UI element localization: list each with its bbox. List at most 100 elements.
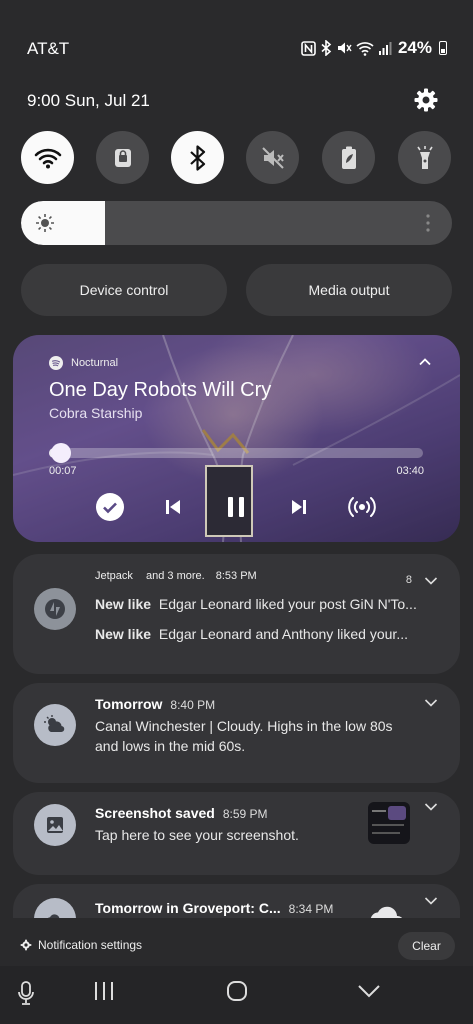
settings-button[interactable] (413, 87, 439, 113)
lock-toggle[interactable] (96, 131, 149, 184)
recent-apps-icon[interactable] (92, 980, 116, 1002)
chevron-down-icon[interactable] (357, 984, 381, 998)
skip-previous-icon (166, 500, 180, 514)
mute-toggle[interactable] (246, 131, 299, 184)
screenshot-text: Tap here to see your screenshot. (95, 827, 299, 843)
mute-icon (337, 42, 352, 54)
lock-icon (114, 148, 131, 167)
pause-icon (228, 497, 244, 517)
brightness-level (21, 201, 106, 245)
date-time: 9:00 Sun, Jul 21 (27, 91, 150, 110)
screenshot-title: Screenshot saved (95, 805, 215, 821)
notification-screenshot[interactable]: Screenshot saved 8:59 PM Tap here to see … (13, 792, 460, 875)
sun-icon (36, 214, 54, 232)
notification-footer: Notification settings Clear (0, 926, 473, 966)
check-circle-icon (96, 493, 124, 521)
power-saving-icon (341, 146, 356, 169)
brightness-slider[interactable] (21, 201, 452, 245)
jetpack-header: Jetpack and 3 more. 8:53 PM (95, 570, 257, 582)
wifi-icon (34, 148, 61, 168)
jetpack-line-2-title: New like (95, 626, 152, 642)
battery-icon (439, 41, 447, 55)
tomorrow-body: Canal Winchester | Cloudy. Highs in the … (95, 716, 393, 756)
like-button[interactable] (95, 492, 125, 522)
screenshot-thumbnail[interactable] (368, 802, 410, 844)
nfc-icon (301, 40, 316, 56)
previous-button[interactable] (158, 492, 188, 522)
chevron-down-icon[interactable] (424, 896, 438, 906)
chevron-down-icon[interactable] (424, 576, 438, 586)
bluetooth-icon (189, 144, 205, 171)
next-button[interactable] (284, 492, 314, 522)
notification-settings-label: Notification settings (38, 938, 143, 952)
navigation-bar (0, 966, 473, 1024)
home-icon[interactable] (226, 980, 248, 1002)
cloud-icon (47, 914, 60, 918)
tomorrow-header: Tomorrow 8:40 PM (95, 696, 215, 712)
total-time: 03:40 (396, 465, 424, 477)
cast-button[interactable] (347, 492, 377, 522)
skip-next-icon (292, 500, 306, 514)
gear-icon (20, 939, 32, 951)
jetpack-line-1-title: New like (95, 596, 152, 612)
microphone-icon[interactable] (16, 980, 36, 1006)
bluetooth-toggle[interactable] (171, 131, 224, 184)
gallery-app-icon (34, 804, 76, 846)
media-app: Nocturnal (49, 356, 118, 370)
jetpack-more: and 3 more. (145, 570, 205, 582)
chevron-down-icon[interactable] (424, 802, 438, 812)
notification-settings-button[interactable]: Notification settings (20, 938, 142, 952)
tomorrow-line-1: Canal Winchester | Cloudy. Highs in the … (95, 718, 393, 734)
groveport-time: 8:34 PM (288, 902, 334, 916)
battery-percent: 24% (397, 38, 432, 57)
spotify-icon (49, 356, 63, 370)
seek-bar[interactable] (49, 448, 423, 458)
artist-name: Cobra Starship (49, 405, 143, 421)
jetpack-app-name: Jetpack (95, 570, 133, 582)
clear-button[interactable]: Clear (398, 932, 455, 960)
media-output-button[interactable]: Media output (246, 264, 452, 316)
screenshot-header: Screenshot saved 8:59 PM (95, 805, 268, 821)
jetpack-line-2[interactable]: New like Edgar Leonard and Anthony liked… (95, 624, 408, 644)
notification-groveport[interactable]: Tomorrow in Groveport: C... 8:34 PM (13, 884, 460, 918)
flashlight-icon (416, 145, 433, 169)
tomorrow-title: Tomorrow (95, 696, 163, 712)
weather-app-icon (34, 704, 76, 746)
seek-thumb[interactable] (51, 443, 71, 463)
groveport-header: Tomorrow in Groveport: C... 8:34 PM (95, 900, 333, 916)
partly-cloudy-icon (44, 715, 65, 733)
bluetooth-icon (321, 40, 332, 56)
jetpack-line-1-text: Edgar Leonard liked your post GiN N'To..… (158, 596, 417, 612)
jetpack-line-2-text: Edgar Leonard and Anthony liked your... (158, 626, 408, 642)
jetpack-count: 8 (405, 574, 412, 586)
jetpack-app-icon (34, 588, 76, 630)
chevron-up-icon[interactable] (418, 355, 432, 369)
jetpack-line-1[interactable]: New like Edgar Leonard liked your post G… (95, 594, 417, 614)
song-title: One Day Robots Will Cry (49, 379, 272, 401)
tomorrow-time: 8:40 PM (170, 698, 216, 712)
flashlight-toggle[interactable] (398, 131, 451, 184)
broadcast-icon (348, 497, 376, 517)
status-icons: 24% (301, 38, 447, 58)
device-control-button[interactable]: Device control (21, 264, 227, 316)
power-saving-toggle[interactable] (322, 131, 375, 184)
notification-jetpack[interactable]: Jetpack and 3 more. 8:53 PM 8 New like E… (13, 554, 460, 674)
more-options-icon[interactable] (426, 213, 430, 233)
mute-icon (261, 146, 284, 169)
signal-icon (378, 42, 392, 55)
weather-app-icon (34, 898, 76, 918)
gear-icon (414, 88, 438, 112)
carrier-label: AT&T (27, 39, 70, 58)
groveport-title: Tomorrow in Groveport: C... (95, 900, 281, 916)
jetpack-icon (45, 599, 65, 619)
tomorrow-line-2: and lows in the mid 60s. (95, 738, 246, 754)
pause-button[interactable] (221, 492, 251, 522)
notification-tomorrow[interactable]: Tomorrow 8:40 PM Canal Winchester | Cloud… (13, 683, 460, 783)
screenshot-time: 8:59 PM (222, 807, 268, 821)
jetpack-time: 8:53 PM (215, 570, 257, 582)
elapsed-time: 00:07 (49, 465, 77, 477)
chevron-down-icon[interactable] (424, 698, 438, 708)
wifi-toggle[interactable] (21, 131, 74, 184)
media-player-card[interactable]: Nocturnal One Day Robots Will Cry Cobra … (13, 335, 460, 542)
cloud-icon (370, 906, 402, 918)
